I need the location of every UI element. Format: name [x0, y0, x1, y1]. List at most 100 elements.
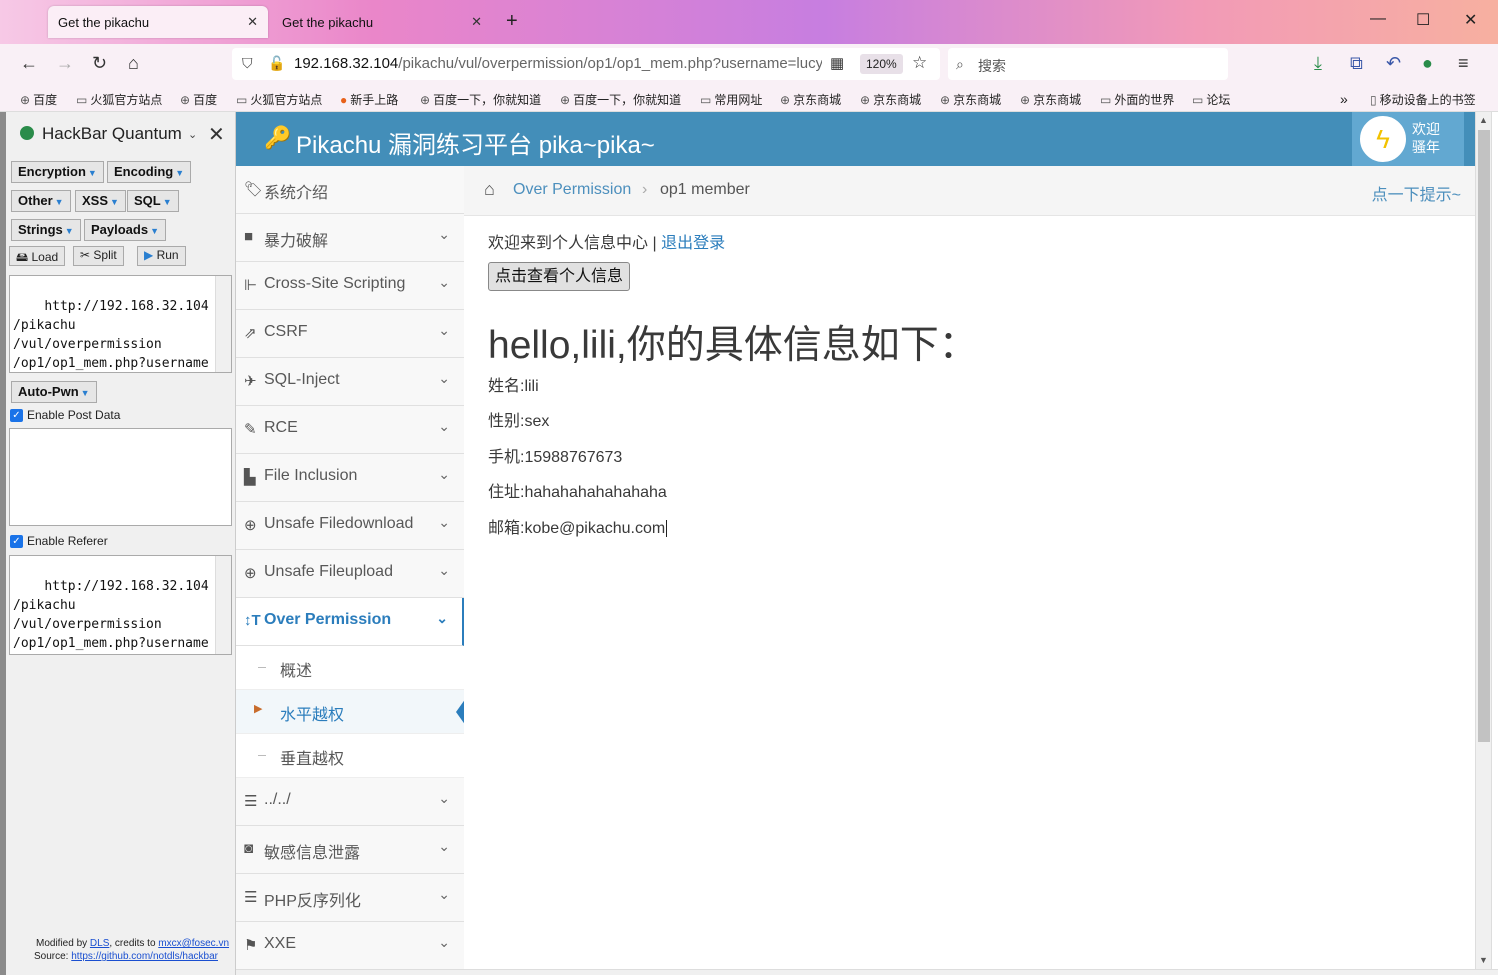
download-icon[interactable]: ⤓ — [1314, 53, 1322, 74]
sidebar-item-xxe[interactable]: ⚑ XXE ⌄ — [236, 922, 464, 970]
sidebar-item-infoleak[interactable]: ◙ 敏感信息泄露 ⌄ — [236, 826, 464, 874]
bookmark-item[interactable]: ⊕ 京东商城 — [1020, 91, 1081, 108]
close-tab-icon[interactable]: ✕ — [247, 14, 258, 30]
source-link[interactable]: https://github.com/notdls/hackbar — [71, 951, 218, 962]
bookmark-item[interactable]: ▭ 火狐官方站点 — [236, 91, 322, 108]
forward-icon[interactable]: → — [56, 53, 74, 74]
checkbox-label: Enable Referer — [27, 534, 108, 548]
sidebar-item-file-inclusion[interactable]: ▙ File Inclusion ⌄ — [236, 454, 464, 502]
horizontal-scrollbar[interactable] — [236, 969, 1498, 975]
checkbox-icon[interactable]: ✓ — [10, 534, 23, 548]
enable-referer-checkbox[interactable]: ✓ Enable Referer — [10, 534, 108, 548]
sidebar-item-intro[interactable]: 🏷 系统介绍 — [236, 166, 464, 214]
extension-icon[interactable]: ● — [1422, 53, 1433, 74]
qr-code-icon[interactable]: ▦ — [830, 54, 844, 72]
dropdown-icon: ▼ — [54, 197, 64, 207]
load-button[interactable]: 🖴 Load — [9, 246, 66, 266]
split-button[interactable]: ✂ Split — [73, 246, 124, 266]
submenu-item-vertical[interactable]: 垂直越权 — [236, 734, 464, 778]
star-icon[interactable]: ☆ — [912, 53, 927, 73]
checkbox-icon[interactable]: ✓ — [10, 408, 23, 422]
bookmark-item[interactable]: ⊕ 京东商城 — [780, 91, 841, 108]
maximize-icon[interactable]: ☐ — [1416, 10, 1430, 30]
bookmark-item[interactable]: ▭ 外面的世界 — [1100, 91, 1174, 108]
reload-icon[interactable]: ↻ — [92, 53, 107, 74]
close-icon[interactable]: ✕ — [208, 122, 225, 147]
bookmark-item[interactable]: ⊕ 百度一下，你就知道 — [560, 91, 681, 108]
auto-pwn-menu[interactable]: Auto-Pwn ▼ — [11, 381, 97, 403]
close-window-icon[interactable]: ✕ — [1464, 10, 1477, 30]
sidebar-item-bruteforce[interactable]: ■ 暴力破解 ⌄ — [236, 214, 464, 262]
bookmark-item[interactable]: ⊕ 百度一下，你就知道 — [420, 91, 541, 108]
breadcrumb-link[interactable]: Over Permission — [513, 181, 631, 199]
other-menu[interactable]: Other ▼ — [11, 190, 71, 212]
insecure-lock-icon[interactable]: 🔓 — [268, 55, 285, 72]
undo-icon[interactable]: ↶ — [1386, 53, 1401, 74]
run-button[interactable]: ▶ Run — [137, 246, 186, 266]
scrollbar-thumb[interactable] — [1478, 130, 1490, 742]
sidebar-item-filedownload[interactable]: ⊕ Unsafe Filedownload ⌄ — [236, 502, 464, 550]
sidebar-item-fileupload[interactable]: ⊕ Unsafe Fileupload ⌄ — [236, 550, 464, 598]
back-icon[interactable]: ← — [20, 53, 38, 74]
minimize-icon[interactable]: — — [1370, 10, 1386, 28]
dls-link[interactable]: DLS — [90, 938, 109, 949]
sidebar-item-xss[interactable]: ⊩ Cross-Site Scripting ⌄ — [236, 262, 464, 310]
view-info-button[interactable]: 点击查看个人信息 — [488, 262, 631, 291]
bookmark-item[interactable]: ⊕ 京东商城 — [940, 91, 1001, 108]
tab-inactive[interactable]: Get the pikachu ✕ — [272, 6, 492, 38]
bookmark-item[interactable]: ⊕ 百度 — [180, 91, 217, 108]
sidebar-nav: 🏷 系统介绍 ■ 暴力破解 ⌄ ⊩ Cross-Site Scripting ⌄ ⇗ CSR… — [236, 166, 466, 975]
scroll-up-icon[interactable]: ▲ — [1479, 115, 1488, 125]
bookmark-item[interactable]: ● 新手上路 — [340, 91, 398, 108]
encoding-menu[interactable]: Encoding ▼ — [107, 161, 192, 183]
home-icon[interactable]: ⌂ — [484, 179, 495, 200]
zoom-level[interactable]: 120% — [860, 54, 903, 74]
bookmark-item[interactable]: ▭ 论坛 — [1192, 91, 1230, 108]
referer-textarea[interactable]: http://192.168.32.104 /pikachu /vul/over… — [9, 555, 232, 655]
home-icon[interactable]: ⌂ — [128, 53, 139, 74]
url-text[interactable]: 192.168.32.104/pikachu/vul/overpermissio… — [294, 55, 822, 72]
sql-menu[interactable]: SQL ▼ — [127, 190, 179, 212]
screenshot-icon[interactable]: ⧉ — [1350, 53, 1363, 74]
payloads-menu[interactable]: Payloads ▼ — [84, 219, 167, 241]
xss-menu[interactable]: XSS ▼ — [75, 190, 126, 212]
sidebar-item-csrf[interactable]: ⇗ CSRF ⌄ — [236, 310, 464, 358]
encryption-menu[interactable]: Encryption ▼ — [11, 161, 104, 183]
menu-icon[interactable]: ≡ — [1458, 53, 1469, 74]
close-tab-icon[interactable]: ✕ — [471, 14, 482, 30]
shield-icon[interactable]: ⛉ — [242, 55, 253, 72]
bookmark-item[interactable]: ⊕ 百度 — [20, 91, 57, 108]
sidebar-item-label: RCE — [264, 419, 298, 436]
tab-active[interactable]: Get the pikachu ✕ — [48, 6, 268, 38]
bookmark-item[interactable]: ▭ 火狐官方站点 — [76, 91, 162, 108]
sidebar-item-dirtraversal[interactable]: ☰ ../../ ⌄ — [236, 778, 464, 826]
strings-menu[interactable]: Strings ▼ — [11, 219, 81, 241]
chevron-down-icon[interactable]: ⌄ — [188, 128, 197, 141]
new-tab-icon[interactable]: + — [506, 10, 518, 33]
bookmark-item[interactable]: ⊕ 京东商城 — [860, 91, 921, 108]
sidebar-item-over-permission[interactable]: ↕T Over Permission ⌄ — [236, 598, 464, 646]
logout-link[interactable]: 退出登录 — [661, 235, 725, 252]
hackbar-title[interactable]: HackBar Quantum — [42, 124, 182, 144]
scrollbar[interactable] — [215, 556, 231, 654]
scrollbar[interactable] — [215, 276, 231, 372]
address-bar[interactable]: ⛉ 🔓 192.168.32.104/pikachu/vul/overpermi… — [232, 48, 940, 80]
url-textarea[interactable]: http://192.168.32.104 /pikachu /vul/over… — [9, 275, 232, 373]
submenu-item-horizontal[interactable]: ▶ 水平越权 — [236, 690, 466, 734]
submenu-item-overview[interactable]: 概述 — [236, 646, 464, 690]
search-input[interactable]: ⌕ 搜索 — [948, 48, 1228, 80]
bookmark-item[interactable]: ▯ 移动设备上的书签 — [1370, 91, 1476, 108]
bookmark-item[interactable]: ▭ 常用网址 — [700, 91, 762, 108]
user-menu[interactable]: ϟ 欢迎 骚年 — [1352, 112, 1464, 166]
enable-post-checkbox[interactable]: ✓ Enable Post Data — [10, 408, 120, 422]
page-scrollbar[interactable]: ▲ ▼ — [1475, 112, 1491, 969]
scroll-down-icon[interactable]: ▼ — [1479, 955, 1488, 965]
sidebar-item-rce[interactable]: ✎ RCE ⌄ — [236, 406, 464, 454]
upload-icon: ⊕ — [244, 565, 257, 582]
mail-link[interactable]: mxcx@fosec.vn — [158, 938, 229, 949]
sidebar-item-unserialize[interactable]: ☰ PHP反序列化 ⌄ — [236, 874, 464, 922]
sidebar-item-sqli[interactable]: ✈ SQL-Inject ⌄ — [236, 358, 464, 406]
hint-link[interactable]: 点一下提示~ — [1372, 181, 1461, 205]
more-bookmarks-icon[interactable]: » — [1340, 91, 1348, 107]
post-data-textarea[interactable] — [9, 428, 232, 526]
